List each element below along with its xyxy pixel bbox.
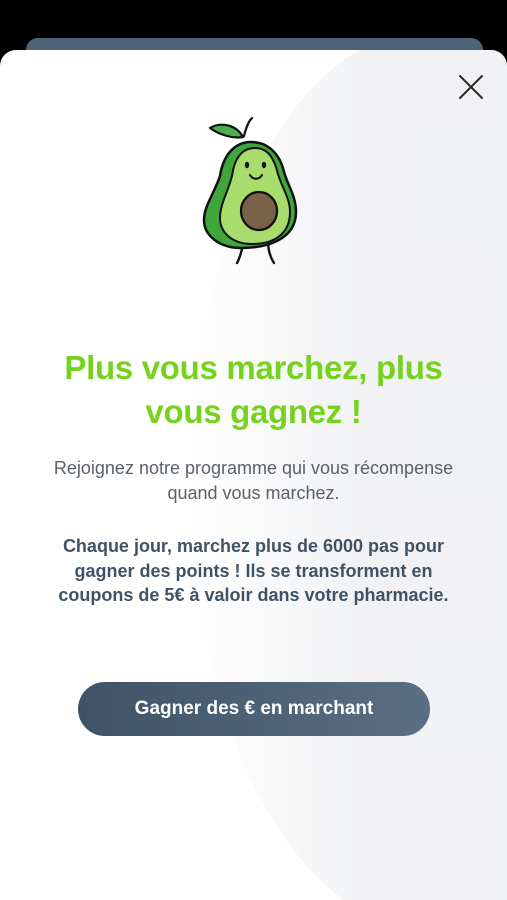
page-title: Plus vous marchez, plus vous gagnez ! (64, 349, 443, 430)
avocado-mascot-icon (202, 116, 298, 265)
subtitle: Rejoignez notre programme qui vous récom… (53, 458, 454, 503)
modal-sheet: Plus vous marchez, plus vous gagnez ! Re… (0, 50, 507, 900)
earn-while-walking-button[interactable]: Gagner des € en marchant (78, 682, 430, 736)
close-button[interactable] (455, 71, 487, 103)
description: Chaque jour, marchez plus de 6000 pas po… (58, 536, 449, 605)
close-icon (459, 75, 483, 99)
